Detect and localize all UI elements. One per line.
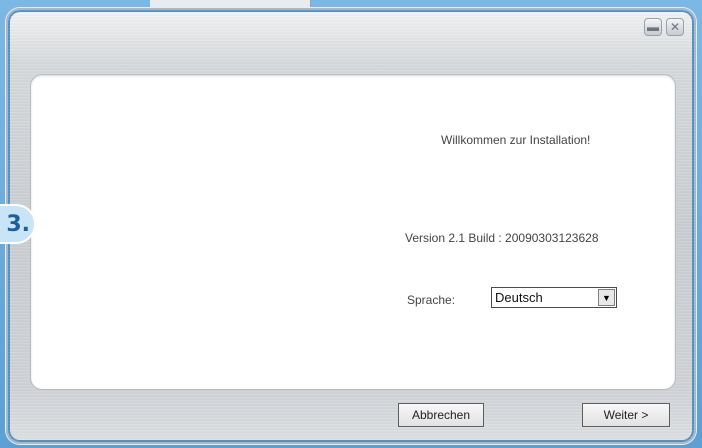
chevron-down-icon[interactable]: ▼ bbox=[598, 289, 615, 306]
language-select[interactable]: Deutsch ▼ bbox=[491, 287, 617, 308]
cancel-button[interactable]: Abbrechen bbox=[398, 403, 484, 427]
window-controls: ▬ ✕ bbox=[644, 18, 684, 36]
close-icon[interactable]: ✕ bbox=[666, 18, 684, 36]
installer-window: ▬ ✕ Willkommen zur Installation! Version… bbox=[6, 8, 696, 444]
screen: ▬ ✕ Willkommen zur Installation! Version… bbox=[0, 0, 702, 448]
version-text: Version 2.1 Build : 20090303123628 bbox=[405, 231, 599, 245]
minimize-icon[interactable]: ▬ bbox=[644, 18, 662, 36]
language-select-value: Deutsch bbox=[495, 290, 543, 305]
content-panel: Willkommen zur Installation! Version 2.1… bbox=[30, 74, 676, 390]
language-label: Sprache: bbox=[407, 293, 456, 307]
welcome-text: Willkommen zur Installation! bbox=[441, 133, 591, 147]
next-button[interactable]: Weiter > bbox=[582, 403, 670, 427]
